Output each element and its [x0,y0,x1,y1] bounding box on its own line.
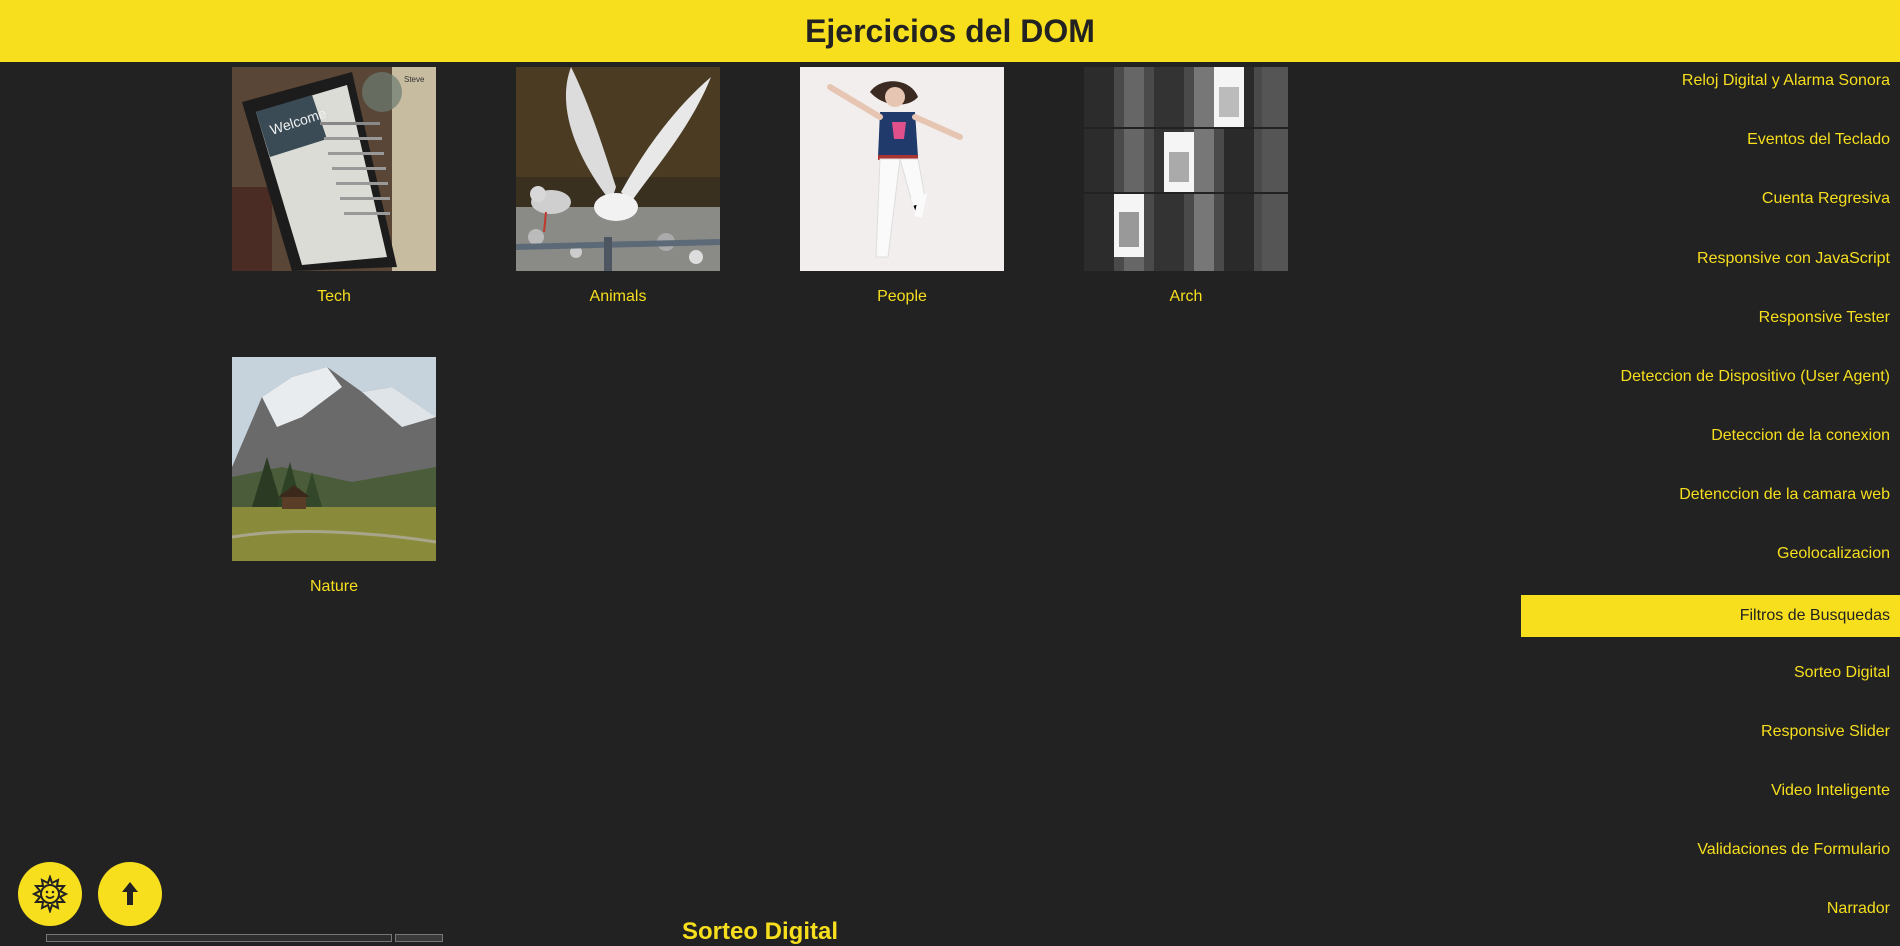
tablet-photo: Welcome Steve [232,67,436,271]
nav-item-validaciones[interactable]: Validaciones de Formulario [1697,841,1890,859]
nav-item-cuenta-regresiva[interactable]: Cuenta Regresiva [1762,190,1890,208]
section-title-sorteo: Sorteo Digital [682,918,839,945]
scroll-top-button[interactable] [98,862,162,926]
nav-item-user-agent[interactable]: Deteccion de Dispositivo (User Agent) [1621,368,1890,386]
sun-face-icon [31,875,69,913]
gallery-card-tech: Welcome Steve Tech [232,67,436,306]
nav-item-sorteo-digital[interactable]: Sorteo Digital [1794,664,1890,682]
gallery-card-animals: Animals [516,67,720,306]
nav-item-responsive-slider[interactable]: Responsive Slider [1761,723,1890,741]
nav-item-filtros-busquedas[interactable]: Filtros de Busquedas [1521,595,1900,637]
dancer-photo [800,67,1004,271]
sorteo-button[interactable] [395,934,443,942]
nav-item-geolocalizacion[interactable]: Geolocalizacion [1777,545,1890,563]
gallery-caption: Tech [317,288,351,305]
nav-item-narrador[interactable]: Narrador [1827,900,1890,918]
nav-item-responsive-tester[interactable]: Responsive Tester [1759,309,1890,327]
gallery-card-people: People [800,67,1004,306]
nav-item-eventos-teclado[interactable]: Eventos del Teclado [1747,131,1890,149]
nav-item-camara-web[interactable]: Detenccion de la camara web [1679,486,1890,504]
gallery-card-arch: Arch [1084,67,1288,306]
page-header: Ejercicios del DOM [0,0,1900,62]
nav-item-reloj[interactable]: Reloj Digital y Alarma Sonora [1682,72,1890,90]
building-photo [1084,67,1288,271]
page-title: Ejercicios del DOM [805,12,1095,49]
gallery-caption: Nature [309,578,359,595]
nav-item-video-inteligente[interactable]: Video Inteligente [1771,782,1890,800]
gallery-caption: People [877,288,927,305]
arrow-up-icon [122,882,138,905]
gallery-caption: Animals [589,288,647,305]
gallery-card-nature: Nature [232,357,436,596]
mountain-photo [232,357,436,561]
nav-item-responsive-js[interactable]: Responsive con JavaScript [1697,250,1890,268]
theme-toggle-button[interactable] [18,862,82,926]
sorteo-input[interactable] [46,934,392,942]
seagulls-photo [516,67,720,271]
svg-text:Steve: Steve [404,75,425,84]
nav-item-conexion[interactable]: Deteccion de la conexion [1711,427,1890,445]
gallery-caption: Arch [1169,288,1203,305]
